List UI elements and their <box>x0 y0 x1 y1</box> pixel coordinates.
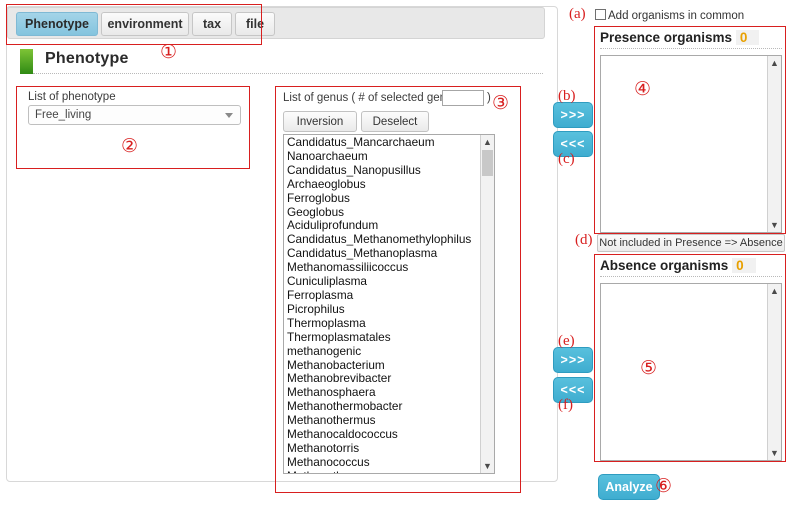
selected-genus-count-input[interactable] <box>442 90 484 106</box>
phenotype-select-value: Free_living <box>35 109 92 121</box>
genus-option[interactable]: Cuniculiplasma <box>284 274 480 289</box>
genus-option[interactable]: Nanoarchaeum <box>284 149 480 164</box>
tab-tax[interactable]: tax <box>192 12 232 36</box>
genus-option[interactable]: Methanobacterium <box>284 358 480 373</box>
phenotype-select[interactable]: Free_living <box>28 105 241 125</box>
absence-add-button[interactable]: >>> <box>553 347 593 373</box>
presence-divider <box>600 48 782 49</box>
genus-option[interactable]: Methanothermobacter <box>284 399 480 414</box>
phenotype-label: List of phenotype <box>28 91 116 103</box>
presence-remove-button[interactable]: <<< <box>553 131 593 157</box>
genus-label: List of genus ( # of selected genus: <box>283 92 462 104</box>
add-common-organisms-checkbox[interactable] <box>595 9 606 20</box>
absence-panel-title: Absence organisms 0 <box>600 258 756 273</box>
tab-environment[interactable]: environment <box>101 12 189 36</box>
genus-listbox[interactable]: Candidatus_Mancarchaeum Nanoarchaeum Candi… <box>283 134 495 474</box>
scroll-down-icon[interactable]: ▼ <box>768 446 781 460</box>
genus-option[interactable]: Methanotorris <box>284 441 480 456</box>
genus-option[interactable]: Methanobrevibacter <box>284 372 480 386</box>
genus-option[interactable]: Archaeoglobus <box>284 177 480 192</box>
tab-file[interactable]: file <box>235 12 275 36</box>
genus-option[interactable]: Picrophilus <box>284 302 480 317</box>
scroll-up-icon[interactable]: ▲ <box>768 56 781 70</box>
absence-divider <box>600 276 782 277</box>
tab-bar: Phenotype environment tax file <box>7 7 545 39</box>
presence-add-button[interactable]: >>> <box>553 102 593 128</box>
presence-count-badge: 0 <box>735 30 760 45</box>
absence-remove-button[interactable]: <<< <box>553 377 593 403</box>
genus-option[interactable]: Thermoplasmatales <box>284 330 480 345</box>
presence-title-text: Presence organisms <box>600 30 733 45</box>
genus-option[interactable]: Methanocaldococcus <box>284 427 480 442</box>
genus-option[interactable]: Candidatus_Nanopusillus <box>284 163 480 178</box>
section-divider <box>33 73 543 74</box>
genus-option[interactable]: Methanosphaera <box>284 385 480 400</box>
genus-option[interactable]: Geoglobus <box>284 205 480 220</box>
tab-phenotype[interactable]: Phenotype <box>16 12 98 36</box>
absence-scrollbar[interactable]: ▲ ▼ <box>767 284 781 460</box>
scroll-up-icon[interactable]: ▲ <box>481 135 494 149</box>
section-marker-icon <box>20 49 33 74</box>
genus-option[interactable]: Aciduliprofundum <box>284 219 480 233</box>
genus-scrollbar[interactable]: ▲ ▼ <box>480 135 494 473</box>
add-common-organisms-label: Add organisms in common <box>608 10 745 22</box>
genus-option[interactable]: Methanothermococcus <box>284 469 480 473</box>
annotation-label-d: (d) <box>575 232 593 248</box>
genus-option[interactable]: Methanococcus <box>284 455 480 470</box>
not-included-to-absence-button[interactable]: Not included in Presence => Absence <box>597 234 785 252</box>
genus-option[interactable]: Candidatus_Methanomethylophilus <box>284 232 480 247</box>
genus-option[interactable]: Ferroplasma <box>284 288 480 303</box>
scroll-down-icon[interactable]: ▼ <box>768 218 781 232</box>
scroll-up-icon[interactable]: ▲ <box>768 284 781 298</box>
genus-option[interactable]: Thermoplasma <box>284 316 480 331</box>
absence-title-text: Absence organisms <box>600 258 729 273</box>
add-common-organisms-row[interactable]: Add organisms in common <box>595 9 744 22</box>
genus-option[interactable]: Candidatus_Methanoplasma <box>284 246 480 261</box>
genus-scroll-thumb[interactable] <box>482 150 493 176</box>
absence-count-badge: 0 <box>732 258 756 273</box>
genus-option[interactable]: Ferroglobus <box>284 191 480 206</box>
presence-listbox[interactable]: ▲ ▼ <box>600 55 782 233</box>
presence-scrollbar[interactable]: ▲ ▼ <box>767 56 781 232</box>
annotation-label-a: (a) <box>569 6 586 22</box>
inversion-button[interactable]: Inversion <box>283 111 357 132</box>
genus-option[interactable]: methanogenic <box>284 344 480 359</box>
genus-label-close: ) <box>487 92 491 104</box>
app-root: Phenotype environment tax file Phenotype… <box>0 0 800 511</box>
presence-panel-title: Presence organisms 0 <box>600 30 760 45</box>
page-title: Phenotype <box>45 50 129 67</box>
genus-option[interactable]: Methanothermus <box>284 413 480 428</box>
deselect-button[interactable]: Deselect <box>361 111 429 132</box>
genus-option[interactable]: Candidatus_Mancarchaeum <box>284 135 480 150</box>
analyze-button[interactable]: Analyze <box>598 474 660 500</box>
genus-option[interactable]: Methanomassiliicoccus <box>284 260 480 275</box>
absence-listbox[interactable]: ▲ ▼ <box>600 283 782 461</box>
chevron-down-icon <box>225 113 233 118</box>
scroll-down-icon[interactable]: ▼ <box>481 459 494 473</box>
genus-options: Candidatus_Mancarchaeum Nanoarchaeum Candi… <box>284 135 480 473</box>
